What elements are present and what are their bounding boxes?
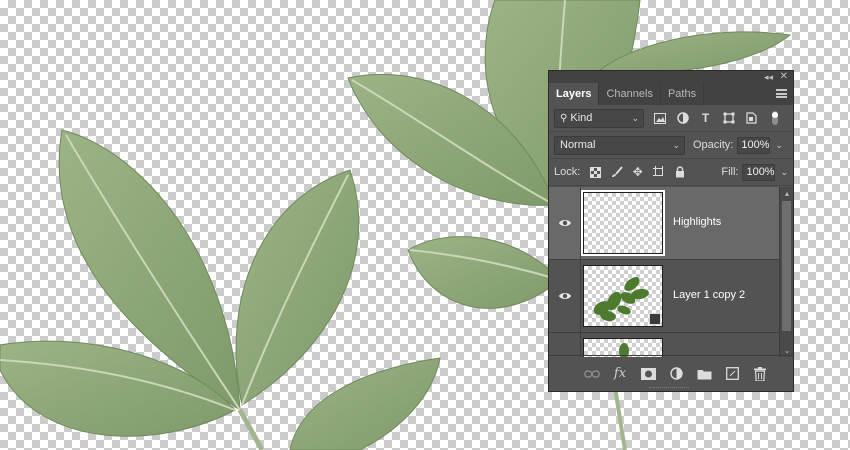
chevron-down-icon[interactable]: ⌄ [775,140,783,151]
chevron-down-icon: ⌄ [631,112,639,123]
chevron-up-icon[interactable]: ▴ [780,187,794,200]
eye-icon[interactable] [558,216,572,230]
panel-title-bar[interactable]: ◂◂ ✕ [549,71,793,83]
leaf [235,169,360,406]
shape-filter-icon[interactable] [721,111,736,126]
close-icon[interactable]: ✕ [780,71,788,83]
lock-transparent-icon[interactable] [588,165,603,180]
layer-thumbnail[interactable] [581,190,665,256]
link-layers-icon[interactable] [584,366,600,382]
visibility-cell[interactable] [549,333,581,357]
tab-channels[interactable]: Channels [599,83,661,105]
pixel-filter-icon[interactable] [652,111,667,126]
lock-position-icon[interactable]: ✥ [630,165,645,180]
layer-name[interactable]: Highlights [673,216,721,228]
layer-name[interactable]: Layer 1 copy 2 [673,289,745,301]
layer-row-layer-1-copy-2[interactable]: Layer 1 copy 2 [549,260,779,333]
type-filter-icon[interactable]: T [698,111,713,126]
layer-row-partial[interactable] [549,333,779,357]
eye-icon[interactable] [558,289,572,303]
smart-object-badge-icon [649,313,661,325]
group-folder-icon[interactable] [696,366,712,382]
layer-row-highlights[interactable]: Highlights [549,187,779,260]
opacity-label: Opacity: [693,139,734,151]
smart-object-filter-icon[interactable] [744,111,759,126]
panel-menu-icon[interactable] [776,89,787,98]
blend-mode-dropdown[interactable]: Normal ⌄ [554,135,685,155]
fill-input[interactable]: 100% [742,163,776,181]
blend-row: Normal ⌄ Opacity: 100% ⌄ [549,132,793,159]
kind-filter-label: Kind [570,111,593,124]
layers-scrollbar[interactable]: ▴ ⌄ [779,187,793,357]
lock-pixels-icon[interactable] [609,165,624,180]
kind-filter-dropdown[interactable]: ⚲ Kind ⌄ [554,108,644,128]
tab-layers[interactable]: Layers [549,83,600,105]
chevron-down-icon: ⌄ [672,139,680,150]
lock-label: Lock: [554,166,581,178]
layers-panel: ◂◂ ✕ Layers Channels Paths ⚲ Kind ⌄ T No… [548,70,794,392]
scrollbar-thumb[interactable] [782,201,791,331]
tab-paths[interactable]: Paths [661,83,705,105]
layer-mask-icon[interactable] [640,366,656,382]
filter-toggle-icon[interactable] [767,111,782,126]
adjustment-filter-icon[interactable] [675,111,690,126]
panel-resize-grip[interactable] [649,387,689,389]
layers-list: Highlights Layer 1 copy 2 [549,187,779,357]
search-icon: ⚲ [560,112,568,124]
leaf [289,357,441,450]
new-layer-icon[interactable] [724,366,740,382]
lock-artboard-icon[interactable] [651,165,666,180]
fx-icon[interactable]: fx [612,366,628,382]
opacity-input[interactable]: 100% [737,136,771,154]
layers-bottom-toolbar: fx [549,355,793,391]
fill-label: Fill: [721,166,739,178]
leaf-group-left [0,129,441,450]
lock-row: Lock: ✥ Fill: 100% ⌄ [549,159,793,186]
adjustment-layer-icon[interactable] [668,366,684,382]
double-chevron-left-icon[interactable]: ◂◂ [764,71,773,83]
panel-tab-bar: Layers Channels Paths [549,83,793,105]
filter-row: ⚲ Kind ⌄ T [549,105,793,132]
blend-mode-value: Normal [560,138,596,151]
trash-icon[interactable] [752,366,768,382]
chevron-down-icon[interactable]: ⌄ [780,167,788,178]
lock-all-icon[interactable] [672,165,687,180]
layer-thumbnail[interactable] [583,265,663,327]
